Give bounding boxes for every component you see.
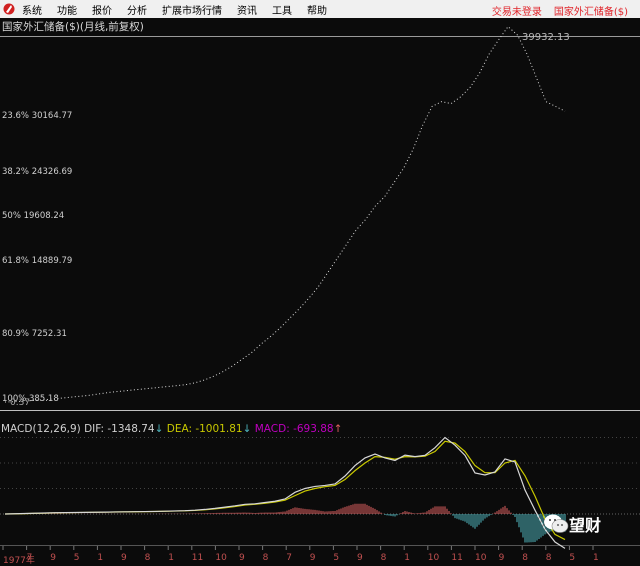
x-axis-label: 5 (73, 553, 80, 563)
macd-dea: DEA: -1001.81 (166, 423, 243, 435)
x-axis-label: 9 (357, 553, 363, 563)
down-arrow-icon: ↓ (242, 423, 252, 435)
x-axis-label: 5 (333, 553, 340, 563)
x-axis-label: 10 (215, 553, 227, 563)
chart-canvas[interactable] (0, 0, 640, 561)
x-axis-label: 7 (26, 553, 33, 563)
watermark: 望财 (543, 512, 601, 536)
macd-legend: MACD(12,26,9) DIF: -1348.74↓ DEA: -1001.… (1, 423, 342, 435)
x-axis-label: 1 (168, 553, 174, 563)
fib-level-label: 23.6% 30164.77 (2, 111, 73, 122)
x-axis-label: 10 (475, 553, 487, 563)
x-axis-label: 7 (286, 553, 292, 563)
dif-line (4, 436, 566, 549)
x-axis-label: 9 (309, 553, 316, 563)
x-axis-label: 5 (569, 553, 576, 563)
fib-level-label: 80.9% 7252.31 (2, 328, 67, 339)
low-value-label: 0.37 (10, 398, 31, 408)
x-axis-label: 8 (545, 553, 552, 563)
x-axis-label: 1 (97, 553, 104, 563)
macd-dif: DIF: -1348.74 (84, 423, 155, 435)
x-axis-label: 1 (404, 553, 410, 563)
x-axis-label: 10 (427, 553, 440, 563)
x-axis-label: 8 (262, 553, 269, 563)
x-axis-label: 11 (191, 553, 204, 563)
x-axis-label: 9 (498, 553, 505, 563)
wechat-icon (544, 514, 569, 533)
peak-value-label: 39932.13 (522, 32, 570, 43)
watermark-text: 望财 (569, 516, 602, 535)
up-arrow-icon: ↑ (333, 423, 343, 435)
macd-value: MACD: -693.88 (254, 423, 334, 435)
x-axis-label: 11 (451, 553, 463, 563)
dea-line (4, 440, 566, 541)
x-axis-label: 9 (121, 553, 127, 563)
x-axis-label: 8 (144, 553, 151, 563)
x-axis-label: 9 (50, 553, 56, 563)
x-axis-label: 8 (522, 553, 528, 563)
down-arrow-icon: ↓ (154, 423, 164, 435)
price-line (4, 25, 566, 403)
x-axis-label: 9 (239, 553, 245, 563)
fib-level-label: 61.8% 14889.79 (2, 256, 73, 267)
fib-level-label: 50% 19608.24 (2, 211, 65, 222)
fib-level-label: 38.2% 24326.69 (2, 166, 73, 177)
x-axis-label: 8 (380, 553, 387, 563)
x-axis-label: 1 (593, 553, 599, 563)
macd-name: MACD(12,26,9) (1, 423, 81, 435)
